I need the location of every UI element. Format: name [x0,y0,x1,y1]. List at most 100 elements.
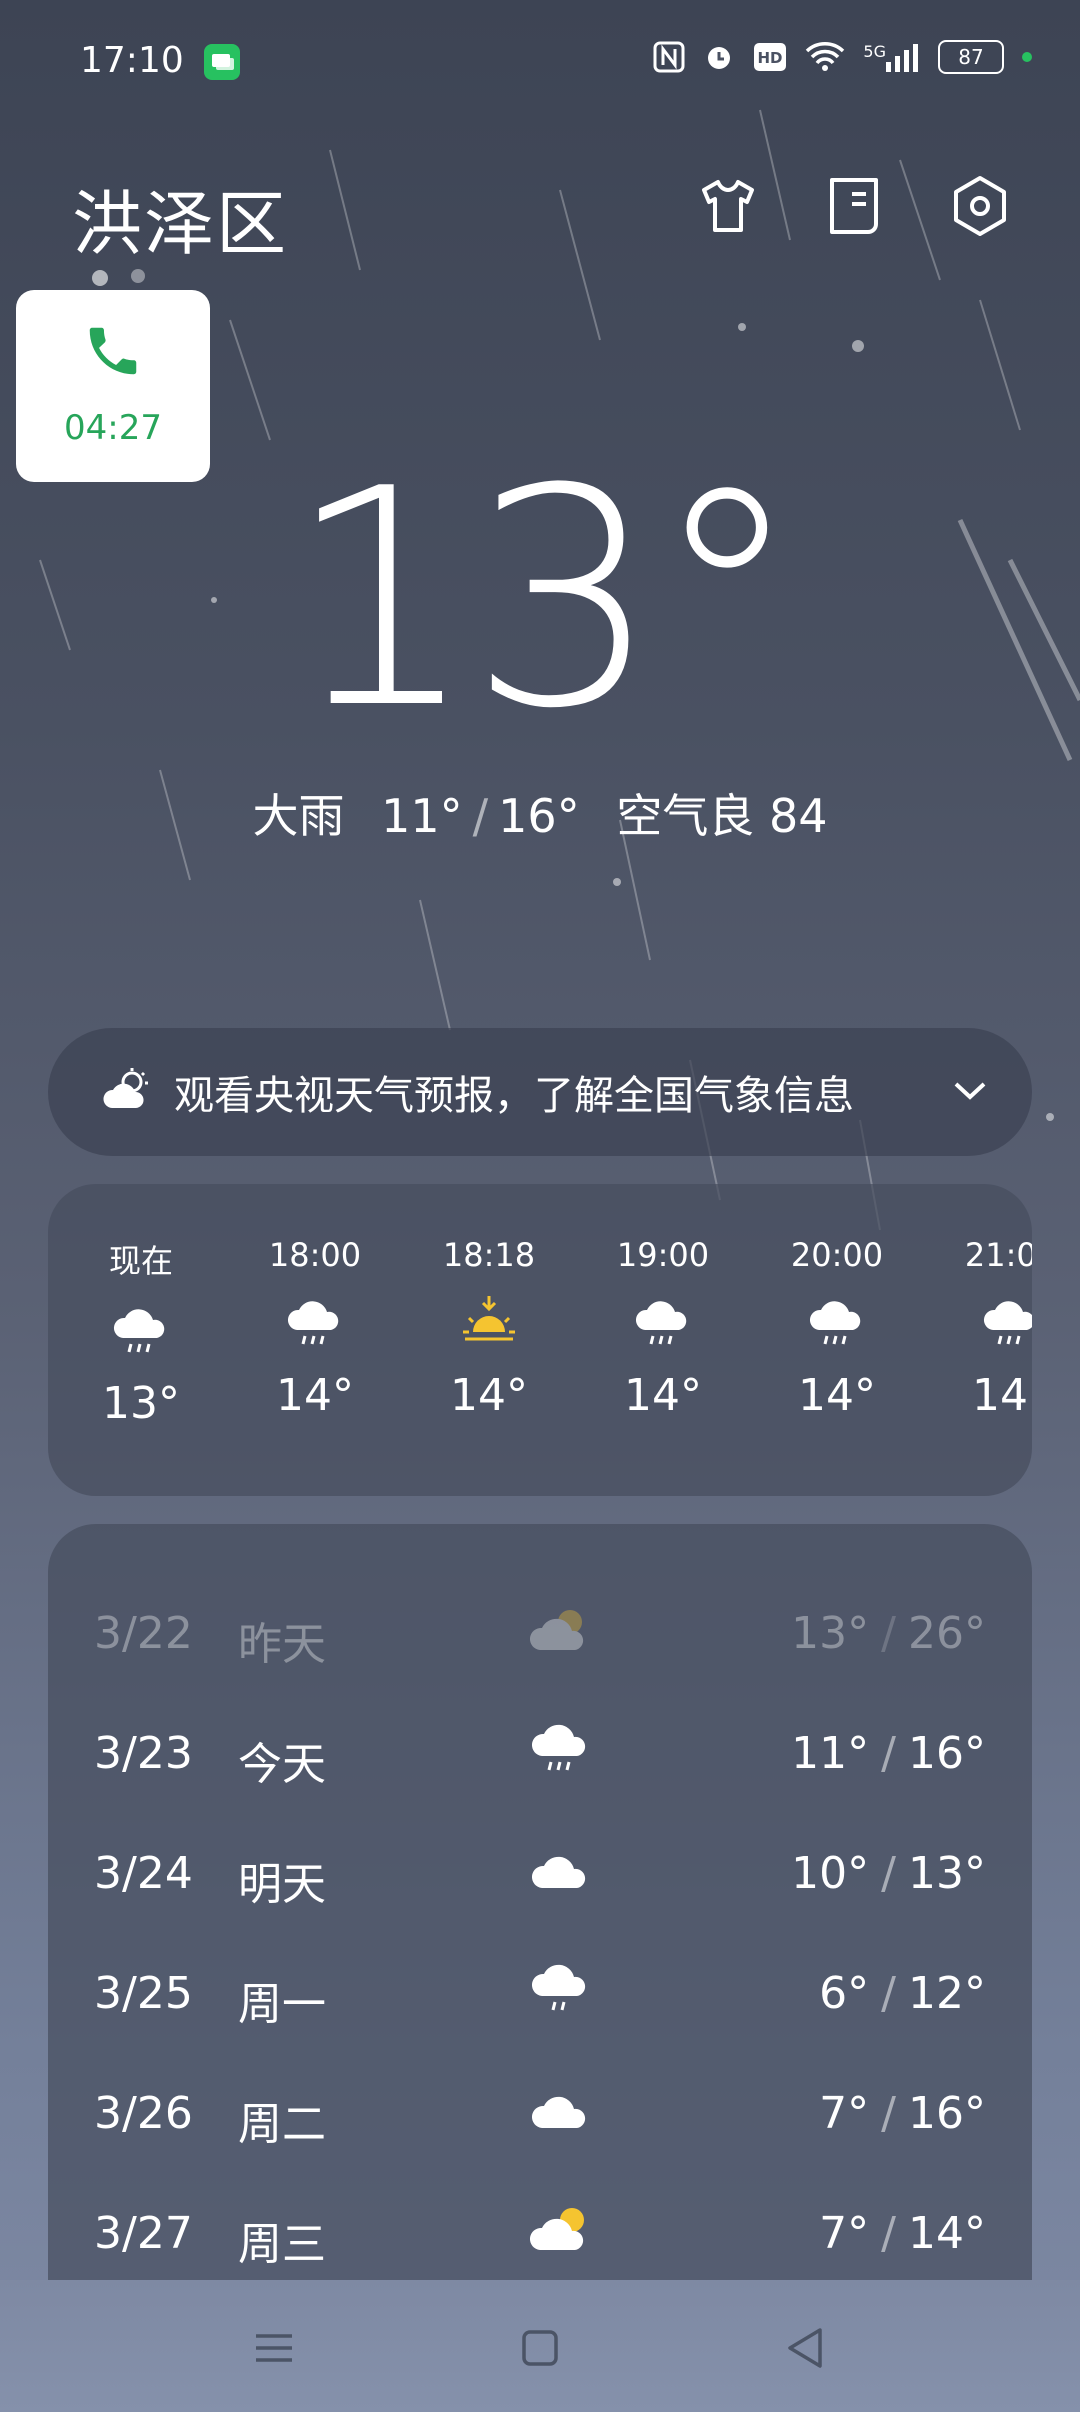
slash-divider: / [881,1848,896,1899]
rain-icon [526,1720,596,1780]
menu-icon[interactable] [246,2320,302,2376]
slash-divider: / [881,2208,896,2259]
day-date: 3/26 [94,2088,193,2139]
svg-text:HD: HD [758,49,783,67]
day-high: 13° [908,1848,986,1899]
wifi-icon [805,41,845,73]
air-quality-index: 84 [768,789,828,843]
daily-row-today[interactable]: 3/23 今天 11°/16° [48,1692,1032,1812]
hour-item: 21:00 14° [946,1236,1032,1421]
hour-item: 19:00 14° [598,1236,728,1421]
signal-icon: 5G [863,42,920,72]
chevron-down-icon[interactable] [952,1078,988,1106]
day-high: 16° [908,1728,986,1779]
alarm-icon [703,41,735,73]
daily-row-wednesday[interactable]: 3/27 周三 7°/14° [48,2172,1032,2280]
hour-temp: 14° [798,1370,876,1421]
day-temps: 10°/13° [791,1848,986,1899]
battery-level: 87 [958,45,984,69]
clothing-icon[interactable] [692,170,764,242]
day-temps: 13°/26° [791,1608,986,1659]
day-temps: 11°/16° [791,1728,986,1779]
day-name: 周三 [238,2219,326,2270]
hour-temp: 13° [102,1378,180,1429]
daily-row-monday[interactable]: 3/25 周一 6°/12° [48,1932,1032,2052]
day-date: 3/27 [94,2208,193,2259]
day-name: 周二 [238,2099,326,2150]
back-icon[interactable] [778,2320,834,2376]
hour-item: 18:00 14° [250,1236,380,1421]
rain-icon [805,1292,869,1356]
partly-cloudy-icon [100,1068,152,1116]
news-icon[interactable] [818,170,890,242]
day-high: 14° [908,2208,986,2259]
city-name[interactable]: 洪泽区 [72,168,288,269]
rain-icon [109,1300,173,1364]
day-low: 13° [791,1608,870,1659]
hour-item: 现在 13° [76,1236,206,1429]
network-type: 5G [863,42,886,61]
day-high: 12° [908,1968,986,2019]
day-low: 7° [819,2208,870,2259]
cloud-icon [526,2080,596,2140]
day-date: 3/24 [94,1848,193,1899]
day-name: 今天 [238,1739,326,1790]
daily-row-tomorrow[interactable]: 3/24 明天 10°/13° [48,1812,1032,1932]
day-high: 16° [908,2088,986,2139]
daily-row-tuesday[interactable]: 3/26 周二 7°/16° [48,2052,1032,2172]
hour-item: 20:00 14° [772,1236,902,1421]
day-name: 明天 [238,1859,326,1910]
hour-time: 19:00 [616,1236,710,1274]
hour-temp: 14° [624,1370,702,1421]
banner-text: 观看央视天气预报，了解全国气象信息 [174,1073,854,1119]
day-date: 3/23 [94,1728,193,1779]
day-temps: 7°/16° [819,2088,986,2139]
day-name: 昨天 [238,1619,326,1670]
nfc-icon [653,41,685,73]
rain-icon [631,1292,695,1356]
air-quality-label: 空气良 [616,789,755,843]
current-condition: 大雨 [252,789,345,843]
hour-time: 18:18 [442,1236,536,1274]
day-temps: 6°/12° [819,1968,986,2019]
hour-temp: 14° [276,1370,354,1421]
hour-time: 20:00 [790,1236,884,1274]
partly-cloudy-icon [526,1600,596,1660]
light-rain-icon [526,1960,596,2020]
today-high: 16° [498,789,580,843]
day-low: 6° [819,1968,870,2019]
day-date: 3/22 [94,1608,193,1659]
cctv-forecast-banner[interactable]: 观看央视天气预报，了解全国气象信息 [48,1028,1032,1156]
day-low: 11° [791,1728,870,1779]
cloud-icon [526,1840,596,1900]
hd-icon: HD [753,42,787,72]
phone-icon [82,320,144,386]
hour-time: 21:00 [964,1236,1032,1274]
slash-divider: / [472,789,489,843]
home-icon[interactable] [512,2320,568,2376]
hourly-forecast-card[interactable]: 现在 13° 18:00 14° 18:18 14° 19:00 14° 20:… [48,1184,1032,1496]
today-low: 11° [381,789,463,843]
status-icons: HD 5G 87 [653,40,1032,74]
battery-indicator: 87 [938,40,1004,74]
sunset-icon [457,1292,521,1356]
message-app-icon [204,44,240,80]
status-time: 17:10 [80,40,184,81]
day-date: 3/25 [94,1968,193,2019]
rain-icon [283,1292,347,1356]
day-low: 7° [819,2088,870,2139]
daily-row-yesterday[interactable]: 3/22 昨天 13°/26° [48,1572,1032,1692]
weather-summary: 大雨 11°/16° 空气良 84 [0,780,1080,846]
rain-icon [979,1292,1032,1356]
partly-cloudy-icon [526,2200,596,2260]
day-temps: 7°/14° [819,2208,986,2259]
settings-icon[interactable] [944,170,1016,242]
slash-divider: / [881,1608,896,1659]
status-bar: 17:10 HD 5G 87 [0,0,1080,124]
day-high: 26° [908,1608,986,1659]
hour-time: 现在 [108,1242,173,1280]
hour-temp: 14° [450,1370,528,1421]
hour-item: 18:18 14° [424,1236,554,1421]
daily-forecast-card[interactable]: 3/22 昨天 13°/26° 3/23 今天 11°/16° 3/24 明天 … [48,1524,1032,2280]
slash-divider: / [881,1728,896,1779]
